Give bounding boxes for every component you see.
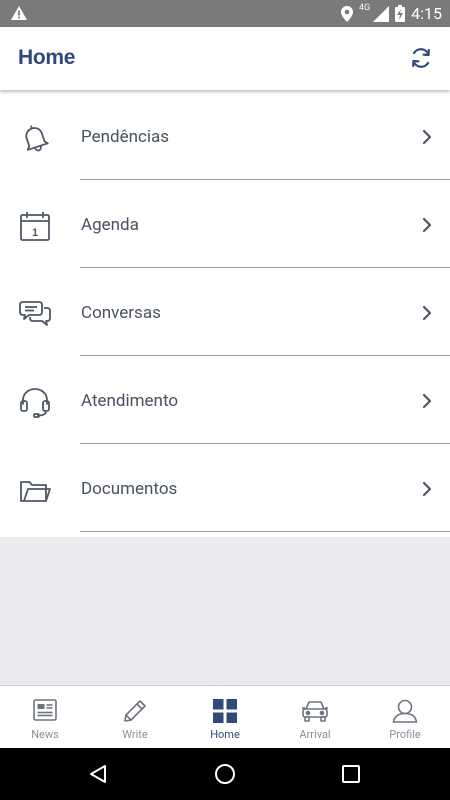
chat-bubbles-icon xyxy=(19,301,51,326)
tab-label: Home xyxy=(210,728,240,741)
chevron-right-icon xyxy=(422,393,432,409)
signal-icon xyxy=(373,5,390,22)
refresh-icon[interactable] xyxy=(409,46,433,70)
status-bar: 4G 4:15 xyxy=(0,0,450,27)
menu-item-conversas[interactable]: Conversas xyxy=(0,268,450,356)
tab-write[interactable]: Write xyxy=(90,686,180,748)
menu-item-label: Conversas xyxy=(81,303,161,323)
bell-icon xyxy=(25,125,49,152)
calendar-icon: 1 xyxy=(20,212,50,241)
chevron-right-icon xyxy=(422,481,432,497)
pencil-icon xyxy=(124,700,146,722)
tab-label: News xyxy=(31,728,59,741)
tab-news[interactable]: News xyxy=(0,686,90,748)
menu-item-label: Documentos xyxy=(81,479,178,499)
folder-icon xyxy=(20,481,51,502)
battery-charging-icon xyxy=(395,5,406,22)
system-navigation-bar xyxy=(0,748,450,800)
menu-item-documentos[interactable]: Documentos xyxy=(0,444,450,532)
tab-label: Profile xyxy=(389,728,421,741)
tab-label: Write xyxy=(122,728,148,741)
bottom-navigation: News Write Home Arrival Profile xyxy=(0,685,450,748)
menu-item-agenda[interactable]: 1 Agenda xyxy=(0,180,450,268)
grid-icon xyxy=(213,699,237,723)
menu-item-label: Atendimento xyxy=(81,391,179,411)
warning-icon xyxy=(11,6,27,20)
page-title: Home xyxy=(18,46,76,69)
menu-item-atendimento[interactable]: Atendimento xyxy=(0,356,450,444)
calendar-day: 1 xyxy=(32,227,38,239)
car-icon xyxy=(302,701,328,722)
divider xyxy=(80,531,450,532)
app-bar: Home xyxy=(0,27,450,90)
tab-home[interactable]: Home xyxy=(180,686,270,748)
recents-icon[interactable] xyxy=(342,765,360,783)
menu-item-pendencias[interactable]: Pendências xyxy=(0,92,450,180)
home-menu-list: Pendências 1 Agenda Conversas Atendiment… xyxy=(0,92,450,532)
person-icon xyxy=(392,699,418,723)
menu-item-label: Agenda xyxy=(81,215,139,235)
newspaper-icon xyxy=(33,699,57,721)
menu-item-label: Pendências xyxy=(81,127,170,147)
tab-label: Arrival xyxy=(299,728,331,741)
clock: 4:15 xyxy=(411,4,442,23)
tab-profile[interactable]: Profile xyxy=(360,686,450,748)
headset-icon xyxy=(20,388,50,418)
chevron-right-icon xyxy=(422,129,432,145)
network-type: 4G xyxy=(358,2,371,13)
back-icon[interactable] xyxy=(88,764,108,784)
chevron-right-icon xyxy=(422,305,432,321)
chevron-right-icon xyxy=(422,217,432,233)
empty-area xyxy=(0,537,450,685)
home-circle-icon[interactable] xyxy=(214,763,236,785)
location-icon xyxy=(340,5,353,22)
tab-arrival[interactable]: Arrival xyxy=(270,686,360,748)
